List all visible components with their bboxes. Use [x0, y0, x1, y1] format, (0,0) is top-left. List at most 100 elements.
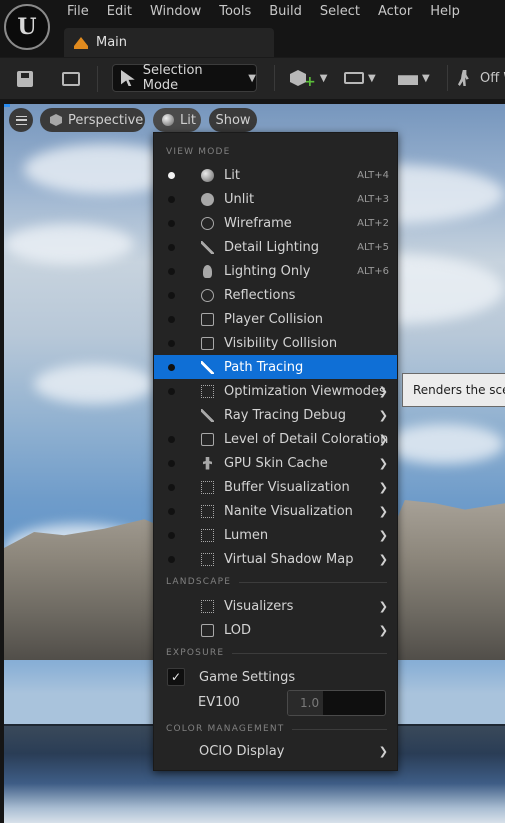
add-actor-button[interactable]: + ▼ [290, 64, 327, 92]
save-button[interactable] [14, 64, 36, 94]
section-divider [239, 581, 387, 583]
menu-item-view-mode[interactable]: Lighting Only ALT+6 [154, 259, 397, 283]
radio-icon [168, 267, 175, 275]
lod-icon [201, 432, 214, 446]
blueprint-button[interactable]: ▼ [344, 64, 376, 92]
path-tracing-icon [201, 360, 214, 374]
chevron-right-icon: ❯ [378, 384, 388, 398]
bulb-icon [203, 264, 212, 278]
radio-icon [168, 195, 175, 203]
menu-tools[interactable]: Tools [210, 0, 260, 24]
viewport-focus-indicator [4, 104, 10, 107]
menu-item-label: Visibility Collision [224, 335, 338, 351]
game-settings-checkbox[interactable]: ✓ [167, 668, 185, 686]
menu-select[interactable]: Select [311, 0, 369, 24]
chevron-right-icon: ❯ [378, 599, 388, 613]
sky-cloud [4, 224, 134, 264]
chevron-right-icon: ❯ [378, 432, 388, 446]
section-title: EXPOSURE [166, 648, 225, 658]
play-icon [458, 70, 469, 86]
reflections-icon [201, 288, 214, 302]
menu-item-view-mode[interactable]: Lit ALT+4 [154, 163, 397, 187]
content-browser-button[interactable] [58, 64, 84, 94]
viewport-options-button[interactable] [9, 108, 33, 132]
menu-item-view-mode[interactable]: Level of Detail Coloration ❯ [154, 427, 397, 451]
view-mode-button[interactable]: Lit [153, 108, 201, 132]
menu-item-view-mode[interactable]: Detail Lighting ALT+5 [154, 235, 397, 259]
chevron-right-icon: ❯ [378, 456, 388, 470]
unreal-logo-icon[interactable]: U [4, 4, 50, 50]
menu-item-view-mode[interactable]: Unlit ALT+3 [154, 187, 397, 211]
chevron-down-icon: ▼ [248, 72, 256, 84]
menu-actor[interactable]: Actor [369, 0, 421, 24]
shortcut-label: ALT+4 [357, 169, 389, 181]
section-title: LANDSCAPE [166, 577, 232, 587]
menu-item-landscape[interactable]: LOD ❯ [154, 618, 397, 642]
menu-item-view-mode[interactable]: Player Collision [154, 307, 397, 331]
radio-icon [168, 531, 175, 539]
menu-item-label: Level of Detail Coloration [224, 431, 389, 447]
menu-item-view-mode[interactable]: Wireframe ALT+2 [154, 211, 397, 235]
grid-icon [201, 528, 214, 542]
checkmark-icon: ✓ [170, 670, 182, 684]
menu-window[interactable]: Window [141, 0, 210, 24]
tooltip: Renders the scen [402, 373, 505, 407]
menu-item-view-mode[interactable]: Ray Tracing Debug ❯ [154, 403, 397, 427]
menu-help[interactable]: Help [421, 0, 469, 24]
visualizers-icon [201, 599, 214, 613]
selection-mode-label: Selection Mode [142, 63, 203, 93]
level-icon [74, 36, 88, 49]
chevron-down-icon: ▼ [368, 72, 376, 84]
radio-icon [168, 339, 175, 347]
menu-item-landscape[interactable]: Visualizers ❯ [154, 594, 397, 618]
menu-item-label: Wireframe [224, 215, 292, 231]
tab-main[interactable]: Main [64, 28, 274, 57]
menu-item-label: Lit [224, 167, 240, 183]
lod-icon [201, 623, 214, 637]
menu-item-view-mode[interactable]: GPU Skin Cache ❯ [154, 451, 397, 475]
menu-item-view-mode[interactable]: Path Tracing [154, 355, 397, 379]
section-header-landscape: LANDSCAPE [166, 575, 387, 589]
chevron-right-icon: ❯ [378, 623, 388, 637]
section-divider [292, 728, 387, 730]
menu-item-label: Optimization Viewmodes [224, 383, 386, 399]
play-mode-label: Off W [480, 70, 505, 86]
radio-selected-icon [168, 171, 175, 179]
menu-edit[interactable]: Edit [98, 0, 141, 24]
radio-icon [168, 507, 175, 515]
chevron-right-icon: ❯ [378, 528, 388, 542]
menu-item-view-mode[interactable]: Virtual Shadow Map ❯ [154, 547, 397, 571]
menu-item-view-mode[interactable]: Lumen ❯ [154, 523, 397, 547]
hamburger-icon [15, 115, 27, 125]
show-button[interactable]: Show [209, 108, 257, 132]
sky-cloud [34, 364, 154, 404]
chevron-down-icon: ▼ [422, 72, 430, 84]
play-mode-button[interactable]: Off W [458, 64, 505, 92]
menu-item-view-mode[interactable]: Buffer Visualization ❯ [154, 475, 397, 499]
chevron-right-icon: ❯ [378, 745, 388, 758]
section-header-exposure: EXPOSURE [166, 646, 387, 660]
ev100-input[interactable]: 1.0 [287, 690, 386, 716]
menu-item-view-mode[interactable]: Optimization Viewmodes ❯ [154, 379, 397, 403]
selection-mode-dropdown[interactable]: Selection Mode ▼ [112, 63, 257, 93]
menu-build[interactable]: Build [260, 0, 311, 24]
menu-item-label: Lighting Only [224, 263, 311, 279]
grid-icon [201, 504, 214, 518]
menu-item-view-mode[interactable]: Visibility Collision [154, 331, 397, 355]
menu-file[interactable]: File [58, 0, 98, 24]
view-mode-label: Lit [180, 112, 196, 128]
cube-icon [50, 114, 62, 126]
section-header-color-management: COLOR MANAGEMENT [166, 722, 387, 736]
menu-item-label: Ray Tracing Debug [224, 407, 347, 423]
cinematics-icon [398, 75, 418, 85]
cinematics-button[interactable]: ▼ [398, 64, 430, 92]
perspective-button[interactable]: Perspective [40, 108, 145, 132]
menu-item-view-mode[interactable]: Nanite Visualization ❯ [154, 499, 397, 523]
menu-item-ocio-display[interactable]: OCIO Display ❯ [154, 740, 397, 764]
game-settings-toggle[interactable]: ✓ Game Settings [154, 665, 397, 689]
menu-item-label: Detail Lighting [224, 239, 319, 255]
menu-item-label: LOD [224, 622, 252, 638]
grid-icon [201, 384, 214, 398]
menu-item-view-mode[interactable]: Reflections [154, 283, 397, 307]
title-bar: U File Edit Window Tools Build Select Ac… [0, 0, 505, 57]
